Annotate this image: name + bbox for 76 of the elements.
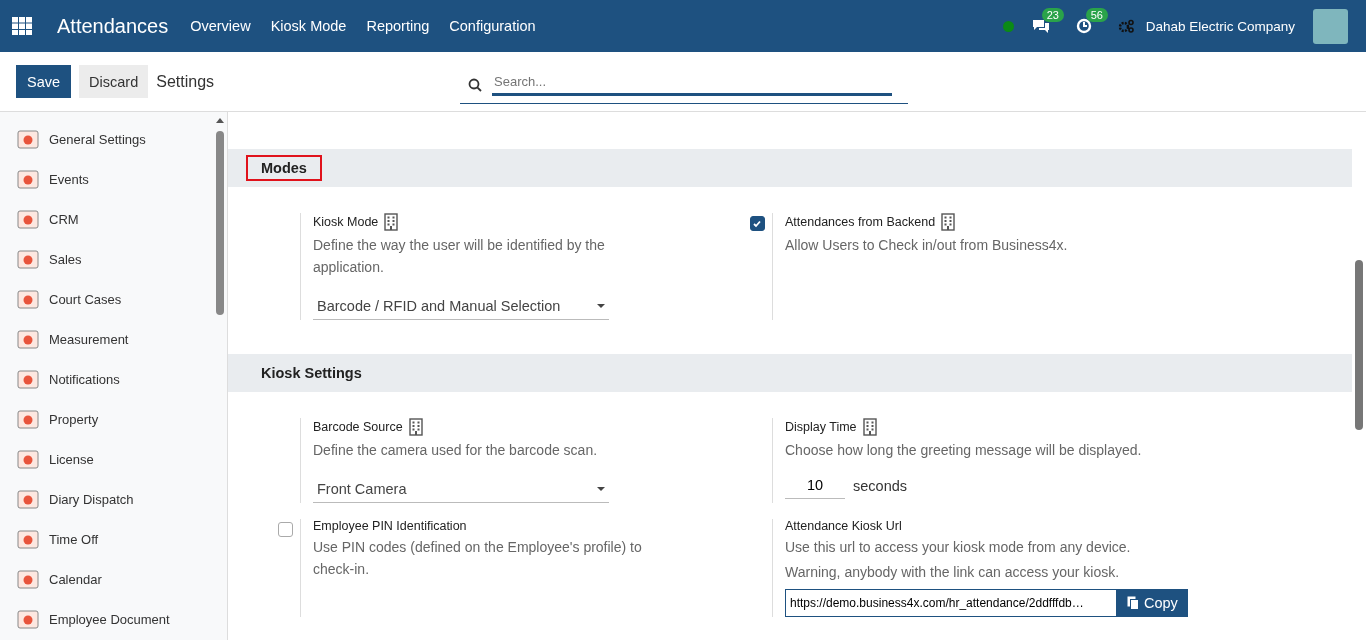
sidebar-item[interactable]: Diary Dispatch	[0, 479, 213, 519]
sidebar-item[interactable]: License	[0, 439, 213, 479]
avatar[interactable]	[1313, 8, 1348, 44]
sidebar-item[interactable]: Measurement	[0, 319, 213, 359]
sidebar-item[interactable]: CRM	[0, 199, 213, 239]
sidebar-item[interactable]: Notifications	[0, 359, 213, 399]
check-icon	[752, 218, 762, 229]
setting-title: Kiosk Mode	[313, 215, 379, 229]
setting-description: Allow Users to Check in/out from Business4x.	[785, 236, 1069, 255]
chat-icon[interactable]	[1031, 18, 1050, 34]
module-icon	[17, 408, 39, 430]
module-icon	[17, 248, 39, 270]
module-icon	[17, 528, 39, 550]
sidebar-item[interactable]: Events	[0, 159, 213, 199]
sidebar-item[interactable]: Court Cases	[0, 279, 213, 319]
dropdown[interactable]: Barcode / RFID and Manual Selection	[313, 294, 609, 320]
dropdown[interactable]: Front Camera	[313, 477, 609, 503]
warning-text: Warning, anybody with the link can access your kiosk.	[785, 563, 1121, 582]
apps-grid-icon[interactable]	[12, 17, 32, 35]
save-button[interactable]: Save	[16, 65, 72, 98]
activity-count-badge: 56	[1085, 8, 1108, 22]
company-name[interactable]: Dahab Electric Company	[1145, 18, 1295, 34]
menu-item[interactable]: Kiosk Mode	[270, 18, 347, 34]
setting-description: Use PIN codes (defined on the Employee's profile) to check-in.	[313, 538, 643, 579]
module-icon	[17, 488, 39, 510]
sidebar-item[interactable]: Time Off	[0, 519, 213, 559]
building-icon	[862, 418, 877, 436]
building-icon	[408, 418, 423, 436]
section-title: Kiosk Settings	[260, 364, 363, 383]
gears-icon[interactable]	[1117, 19, 1134, 33]
search-field[interactable]: Search...	[492, 74, 893, 96]
copy-button[interactable]: Copy	[1117, 589, 1188, 617]
clock-icon[interactable]	[1075, 18, 1092, 34]
setting-description: Define the way the user will be identified by the application.	[313, 236, 606, 277]
module-icon	[17, 608, 39, 630]
setting-title: Employee PIN Identification	[313, 519, 467, 533]
caret-icon	[597, 304, 605, 308]
checkbox[interactable]	[277, 522, 293, 537]
setting-description: Use this url to access your kiosk mode from any device.	[785, 538, 1132, 557]
setting-description: Define the camera used for the barcode scan.	[313, 441, 599, 460]
app-title[interactable]: Attendances	[57, 14, 169, 38]
setting-title: Attendance Kiosk Url	[785, 519, 902, 533]
module-icon	[17, 208, 39, 230]
breadcrumb: Settings	[156, 72, 215, 91]
number-field[interactable]: 10	[785, 473, 845, 499]
message-count-badge: 23	[1041, 8, 1064, 22]
setting-title: Barcode Source	[313, 420, 403, 434]
section-title: Modes	[246, 155, 322, 181]
url-field[interactable]: https://demo.business4x.com/hr_attendance/2ddfffdb…	[785, 589, 1117, 617]
unit-label: seconds	[853, 478, 907, 494]
checkbox[interactable]	[749, 216, 765, 231]
module-icon	[17, 448, 39, 470]
sidebar-item[interactable]: Property	[0, 399, 213, 439]
caret-icon	[597, 487, 605, 491]
building-icon	[941, 213, 956, 231]
menu-item[interactable]: Overview	[190, 18, 251, 34]
module-icon	[17, 288, 39, 310]
module-icon	[17, 328, 39, 350]
presence-dot	[1002, 20, 1014, 32]
search-icon	[468, 78, 483, 92]
building-icon	[384, 213, 399, 231]
module-icon	[17, 168, 39, 190]
copy-icon	[1127, 596, 1139, 610]
module-icon	[17, 128, 39, 150]
module-icon	[17, 368, 39, 390]
sidebar-item[interactable]: General Settings	[0, 119, 213, 159]
setting-description: Choose how long the greeting message will be displayed.	[785, 441, 1143, 460]
setting-title: Attendances from Backend	[785, 215, 936, 229]
sidebar-item[interactable]: Employee Document	[0, 599, 213, 639]
sidebar-item[interactable]: Sales	[0, 239, 213, 279]
setting-title: Display Time	[785, 420, 857, 434]
menu-item[interactable]: Configuration	[449, 18, 536, 34]
module-icon	[17, 568, 39, 590]
discard-button[interactable]: Discard	[79, 65, 149, 98]
menu-item[interactable]: Reporting	[366, 18, 430, 34]
sidebar-item[interactable]: Calendar	[0, 559, 213, 599]
